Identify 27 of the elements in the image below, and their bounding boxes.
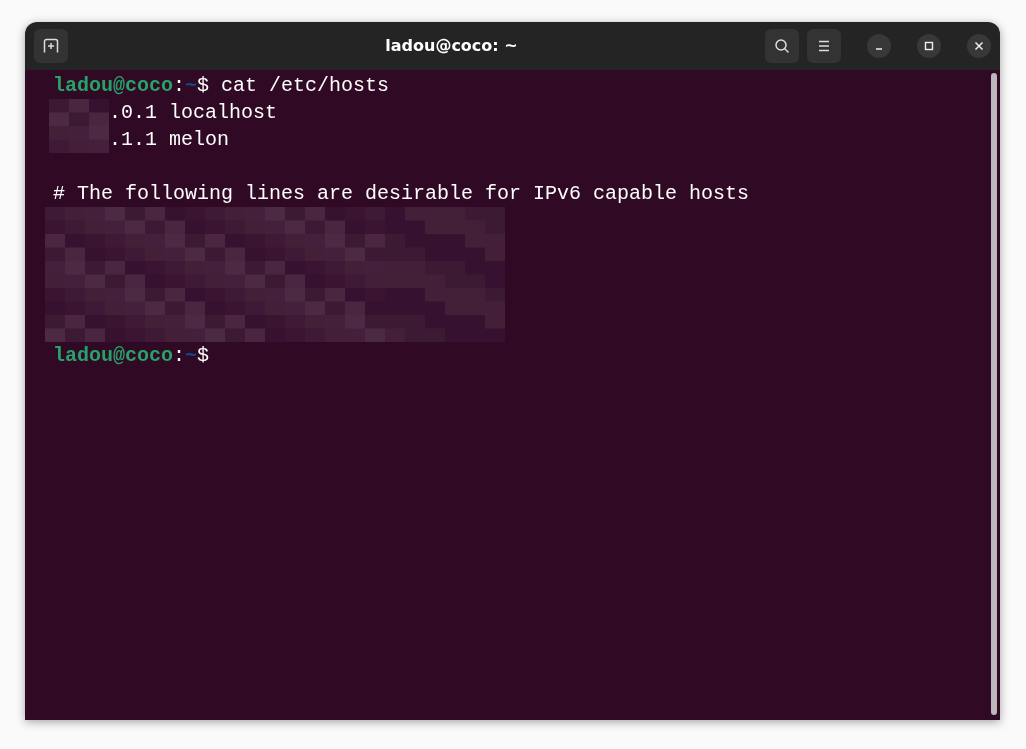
- terminal-area[interactable]: ladou@coco:~$ cat /etc/hosts .0.1 localhost .1.1 melon # The following lines are desirable for IPv6 capable hosts ladou@coco:~$: [25, 70, 1000, 720]
- prompt-symbol: $: [197, 73, 210, 99]
- prompt-path: ~: [185, 343, 198, 369]
- new-tab-icon: [43, 38, 59, 54]
- new-tab-button[interactable]: [34, 29, 68, 63]
- search-icon: [774, 38, 790, 54]
- prompt-path: ~: [185, 73, 198, 99]
- window-title: ladou@coco: ~: [385, 35, 518, 57]
- output-line: .1.1 melon: [109, 127, 230, 153]
- search-button[interactable]: [765, 29, 799, 63]
- output-line: .0.1 localhost: [109, 100, 278, 126]
- prompt-user: ladou@coco: [53, 343, 174, 369]
- output-line: # The following lines are desirable for IPv6 capable hosts: [53, 181, 750, 207]
- prompt-symbol: $: [197, 343, 210, 369]
- menu-icon: [817, 40, 831, 52]
- prompt-user: ladou@coco: [53, 73, 174, 99]
- menu-button[interactable]: [807, 29, 841, 63]
- scrollbar-thumb[interactable]: [991, 73, 997, 715]
- command-text: cat /etc/hosts: [221, 73, 390, 99]
- minimize-icon: [875, 48, 883, 50]
- prompt-separator: :: [173, 73, 186, 99]
- maximize-icon: [924, 41, 934, 51]
- close-icon: [974, 41, 984, 51]
- maximize-button[interactable]: [917, 34, 941, 58]
- close-button[interactable]: [967, 34, 991, 58]
- prompt-separator: :: [173, 343, 186, 369]
- minimize-button[interactable]: [867, 34, 891, 58]
